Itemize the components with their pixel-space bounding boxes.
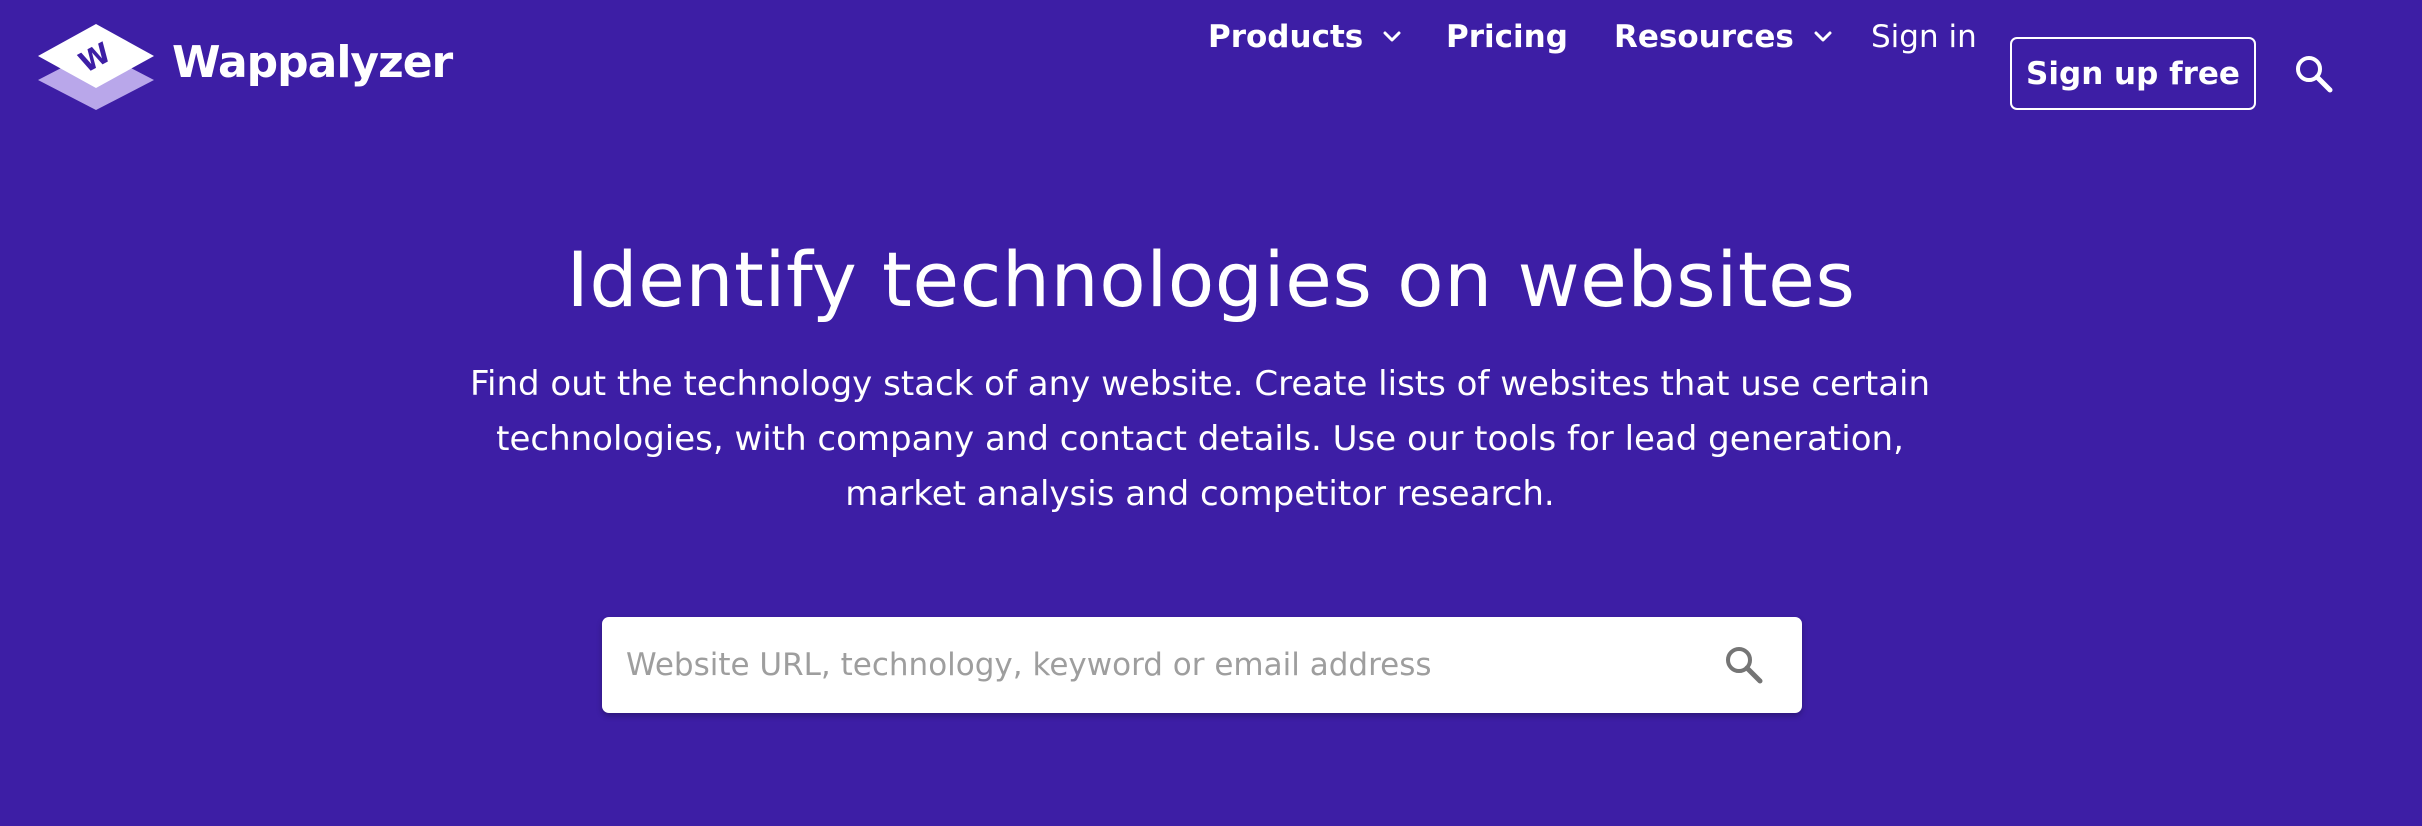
nav-resources-label: Resources xyxy=(1614,18,1794,55)
wappalyzer-logo-icon: W xyxy=(34,22,158,126)
nav-sign-in-label: Sign in xyxy=(1871,18,1977,55)
brand-name: Wappalyzer xyxy=(172,37,453,88)
lookup-search-input[interactable] xyxy=(602,617,1722,713)
search-icon[interactable] xyxy=(1722,643,1766,687)
logo-link[interactable]: W Wappalyzer xyxy=(34,22,453,126)
nav-pricing-label: Pricing xyxy=(1446,18,1568,55)
page: W Wappalyzer Products Pricing Resources … xyxy=(0,0,2422,826)
lookup-search-box xyxy=(602,617,1802,713)
nav-sign-in[interactable]: Sign in xyxy=(1871,0,1977,74)
nav-resources[interactable]: Resources xyxy=(1614,0,1832,74)
sign-up-label: Sign up free xyxy=(2026,55,2240,92)
nav-products-label: Products xyxy=(1208,18,1364,55)
chevron-down-icon xyxy=(1383,31,1401,43)
hero-description: Find out the technology stack of any web… xyxy=(469,364,1931,514)
nav-pricing[interactable]: Pricing xyxy=(1446,0,1568,74)
page-title: Identify technologies on websites xyxy=(566,235,1856,324)
chevron-down-icon xyxy=(1814,31,1832,43)
search-icon[interactable] xyxy=(2293,53,2335,95)
sign-up-button[interactable]: Sign up free xyxy=(2010,37,2256,110)
nav-products[interactable]: Products xyxy=(1208,0,1401,74)
